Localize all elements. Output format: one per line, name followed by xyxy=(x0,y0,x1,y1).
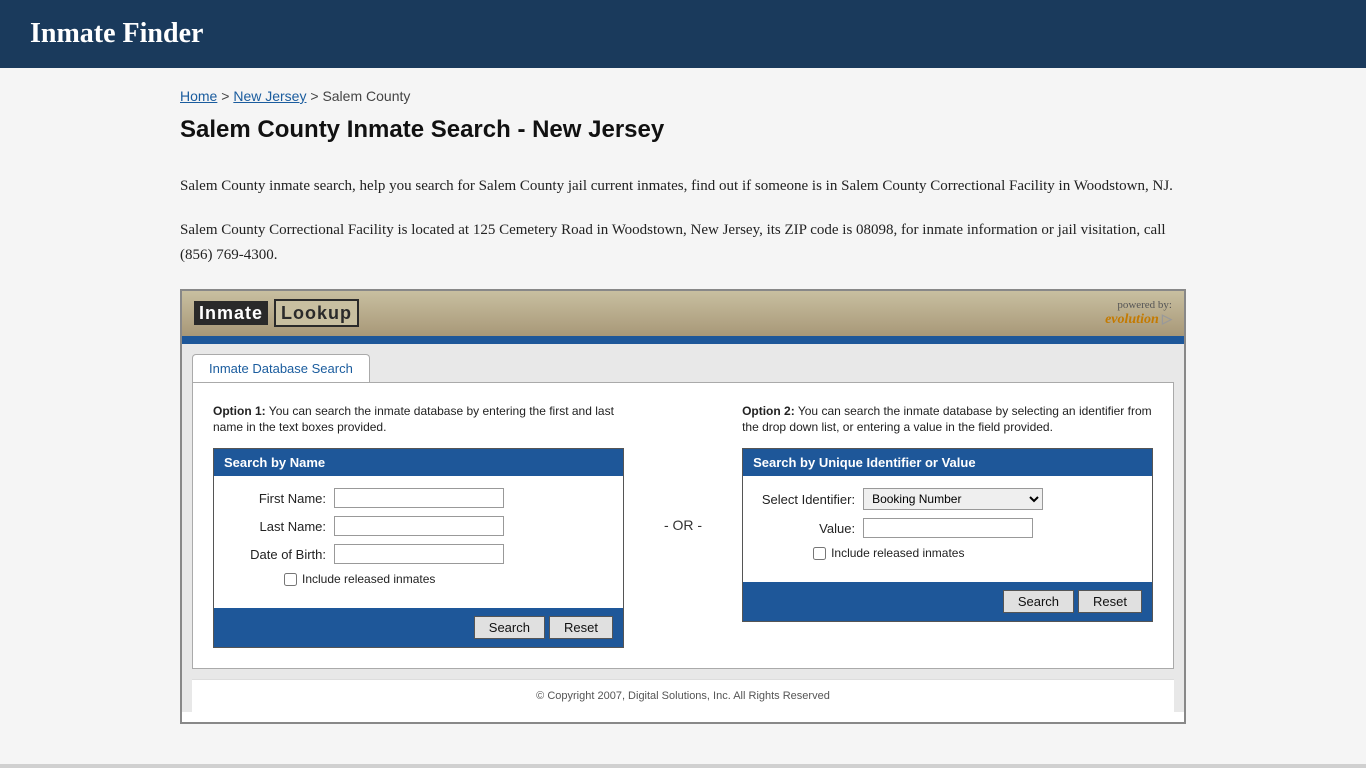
option2-text: Option 2: You can search the inmate data… xyxy=(742,403,1153,437)
tab-inmate-database-search[interactable]: Inmate Database Search xyxy=(192,354,370,382)
logo-inmate: Inmate xyxy=(194,301,268,325)
widget-tab-row: Inmate Database Search xyxy=(182,344,1184,382)
search-by-id-body: Select Identifier: Booking Number Value: xyxy=(743,476,1152,582)
inmate-lookup-widget: Inmate Lookup powered by: evolution ▷ In… xyxy=(180,289,1186,725)
last-name-row: Last Name: xyxy=(224,516,613,536)
search-by-name-body: First Name: Last Name: Date of Birth: xyxy=(214,476,623,608)
site-header: Inmate Finder xyxy=(0,0,1366,68)
search-by-name-box: Search by Name First Name: Last Name: xyxy=(213,448,624,648)
search-by-id-footer: Search Reset xyxy=(743,582,1152,621)
reset-button-left[interactable]: Reset xyxy=(549,616,613,639)
or-divider: - OR - xyxy=(644,403,722,649)
widget-powered-by: powered by: evolution ▷ xyxy=(1105,299,1172,328)
breadcrumb-home[interactable]: Home xyxy=(180,88,217,104)
select-identifier-row: Select Identifier: Booking Number xyxy=(753,488,1142,510)
last-name-input[interactable] xyxy=(334,516,504,536)
last-name-label: Last Name: xyxy=(224,519,334,534)
include-released-right-label: Include released inmates xyxy=(831,546,964,560)
evolution-brand: evolution xyxy=(1105,312,1159,327)
search-button-left[interactable]: Search xyxy=(474,616,545,639)
first-name-label: First Name: xyxy=(224,491,334,506)
search-by-id-header: Search by Unique Identifier or Value xyxy=(743,449,1152,476)
breadcrumb-state[interactable]: New Jersey xyxy=(233,88,306,104)
include-released-left-row: Include released inmates xyxy=(224,572,613,586)
description-2: Salem County Correctional Facility is lo… xyxy=(180,218,1186,269)
select-identifier-label: Select Identifier: xyxy=(753,492,863,507)
widget-header: Inmate Lookup powered by: evolution ▷ xyxy=(182,291,1184,336)
option1-text: Option 1: You can search the inmate data… xyxy=(213,403,624,437)
value-input[interactable] xyxy=(863,518,1033,538)
first-name-input[interactable] xyxy=(334,488,504,508)
option1-label: Option 1: xyxy=(213,404,266,418)
include-released-left-checkbox[interactable] xyxy=(284,573,297,586)
widget-logo: Inmate Lookup xyxy=(194,303,359,324)
widget-search-area: Option 1: You can search the inmate data… xyxy=(192,382,1174,670)
site-title: Inmate Finder xyxy=(30,18,1336,50)
search-button-right[interactable]: Search xyxy=(1003,590,1074,613)
widget-blue-bar xyxy=(182,336,1184,344)
option2-label: Option 2: xyxy=(742,404,795,418)
search-by-name-footer: Search Reset xyxy=(214,608,623,647)
option2-desc: You can search the inmate database by se… xyxy=(742,404,1152,435)
include-released-right-checkbox[interactable] xyxy=(813,547,826,560)
first-name-row: First Name: xyxy=(224,488,613,508)
dob-label: Date of Birth: xyxy=(224,547,334,562)
search-col-right: Option 2: You can search the inmate data… xyxy=(722,403,1153,649)
search-by-name-header: Search by Name xyxy=(214,449,623,476)
value-row: Value: xyxy=(753,518,1142,538)
include-released-right-row: Include released inmates xyxy=(753,546,1142,560)
breadcrumb: Home > New Jersey > Salem County xyxy=(180,88,1186,104)
identifier-select[interactable]: Booking Number xyxy=(863,488,1043,510)
dob-row: Date of Birth: xyxy=(224,544,613,564)
widget-body: Inmate Database Search Option 1: You can… xyxy=(182,344,1184,713)
main-content: Home > New Jersey > Salem County Salem C… xyxy=(0,68,1366,764)
search-by-id-box: Search by Unique Identifier or Value Sel… xyxy=(742,448,1153,622)
reset-button-right[interactable]: Reset xyxy=(1078,590,1142,613)
dob-input[interactable] xyxy=(334,544,504,564)
include-released-left-label: Include released inmates xyxy=(302,572,435,586)
page-title: Salem County Inmate Search - New Jersey xyxy=(180,116,1186,144)
breadcrumb-county: Salem County xyxy=(322,88,410,104)
widget-footer: © Copyright 2007, Digital Solutions, Inc… xyxy=(192,679,1174,712)
value-label: Value: xyxy=(753,521,863,536)
powered-by-text: powered by: xyxy=(1105,299,1172,311)
search-col-left: Option 1: You can search the inmate data… xyxy=(213,403,644,649)
logo-lookup: Lookup xyxy=(274,299,359,327)
option1-desc: You can search the inmate database by en… xyxy=(213,404,614,435)
description-1: Salem County inmate search, help you sea… xyxy=(180,174,1186,200)
